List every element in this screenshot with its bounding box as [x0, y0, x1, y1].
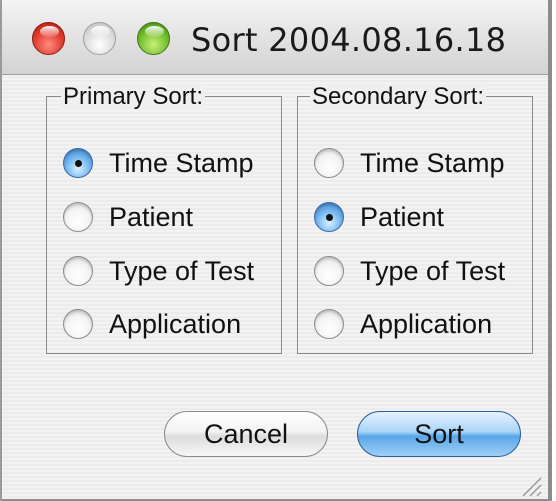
primary-time-stamp-radio[interactable]	[63, 148, 93, 178]
radio-label: Time Stamp	[360, 147, 505, 178]
zoom-window-button[interactable]	[137, 22, 170, 55]
title-bar[interactable]: Sort 2004.08.16.18	[2, 0, 548, 75]
secondary-sort-group: Secondary Sort: Time Stamp Patient Type …	[297, 84, 533, 354]
secondary-patient-radio[interactable]	[314, 202, 344, 232]
radio-label: Type of Test	[360, 255, 506, 286]
sort-button[interactable]: Sort	[357, 411, 521, 457]
secondary-sort-legend: Secondary Sort:	[310, 83, 487, 110]
window-title: Sort 2004.08.16.18	[191, 21, 507, 59]
primary-patient-radio[interactable]	[63, 202, 93, 232]
primary-type-of-test-radio[interactable]	[63, 256, 93, 286]
radio-label: Application	[360, 308, 493, 339]
cancel-button[interactable]: Cancel	[164, 411, 328, 457]
radio-label: Time Stamp	[109, 147, 254, 178]
secondary-time-stamp-radio[interactable]	[314, 148, 344, 178]
primary-option-time-stamp[interactable]: Time Stamp	[63, 145, 254, 181]
secondary-option-application[interactable]: Application	[314, 306, 492, 342]
radio-label: Type of Test	[109, 255, 255, 286]
radio-label: Patient	[109, 201, 194, 232]
close-window-button[interactable]	[32, 22, 65, 55]
secondary-option-type-of-test[interactable]: Type of Test	[314, 253, 505, 289]
primary-option-type-of-test[interactable]: Type of Test	[63, 253, 254, 289]
secondary-type-of-test-radio[interactable]	[314, 256, 344, 286]
primary-sort-group: Primary Sort: Time Stamp Patient Type of…	[46, 84, 282, 354]
secondary-option-patient[interactable]: Patient	[314, 199, 444, 235]
primary-option-application[interactable]: Application	[63, 306, 241, 342]
secondary-application-radio[interactable]	[314, 309, 344, 339]
radio-label: Application	[109, 308, 242, 339]
sort-dialog-window: Sort 2004.08.16.18 Primary Sort: Time St…	[0, 0, 552, 501]
secondary-option-time-stamp[interactable]: Time Stamp	[314, 145, 505, 181]
primary-option-patient[interactable]: Patient	[63, 199, 193, 235]
radio-label: Patient	[360, 201, 445, 232]
resize-grip-icon[interactable]	[520, 475, 542, 497]
primary-sort-legend: Primary Sort:	[61, 83, 206, 110]
primary-application-radio[interactable]	[63, 309, 93, 339]
minimize-window-button[interactable]	[83, 22, 116, 55]
